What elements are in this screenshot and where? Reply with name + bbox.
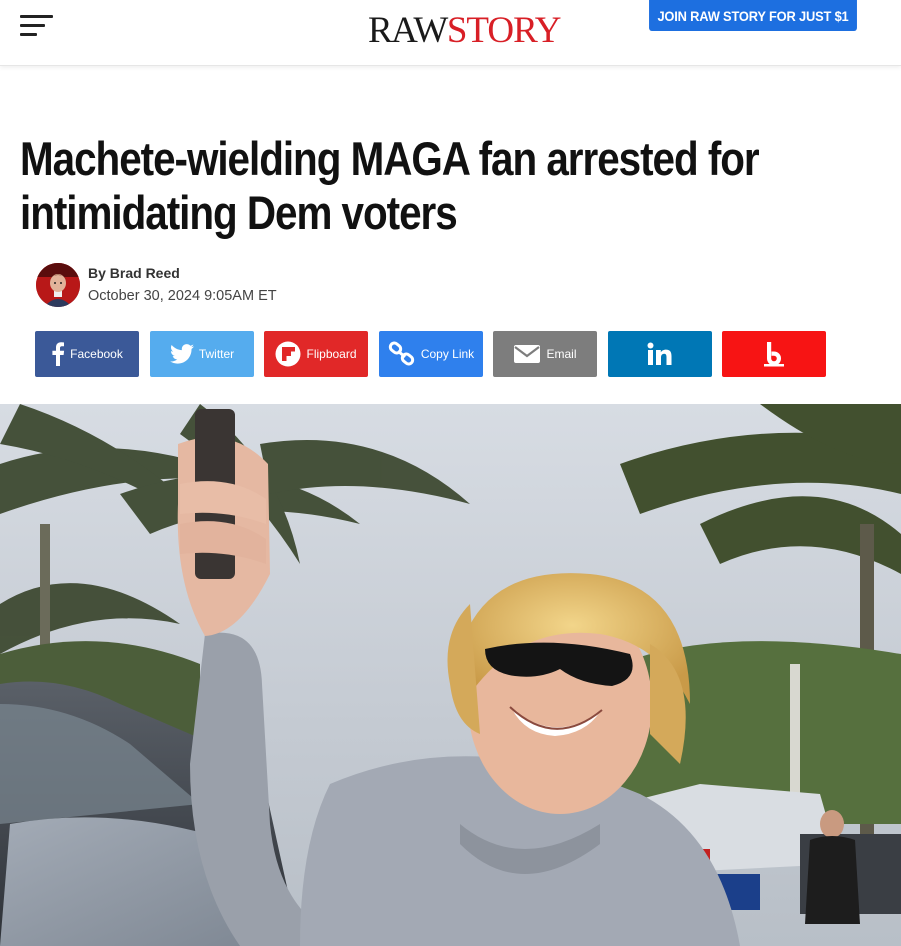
- facebook-icon: [51, 342, 65, 366]
- facebook-label: Facebook: [70, 347, 123, 361]
- share-beehiiv-button[interactable]: [722, 331, 826, 377]
- email-label: Email: [546, 347, 577, 361]
- menu-icon[interactable]: [20, 15, 54, 37]
- share-flipboard-button[interactable]: Flipboard: [264, 331, 368, 377]
- publish-date: October 30, 2024 9:05AM ET: [88, 288, 277, 304]
- copy-link-button[interactable]: Copy Link: [379, 331, 483, 377]
- author-name[interactable]: By Brad Reed: [88, 265, 180, 281]
- flipboard-icon: [275, 341, 301, 367]
- flipboard-label: Flipboard: [306, 347, 357, 361]
- linkedin-icon: [647, 342, 673, 366]
- logo-raw: RAW: [368, 10, 448, 51]
- twitter-label: Twitter: [198, 347, 235, 361]
- site-header: RAW STORY JOIN RAW STORY FOR JUST $1: [0, 0, 901, 66]
- hero-image: [0, 404, 901, 946]
- site-logo[interactable]: RAW STORY: [368, 10, 562, 51]
- join-button[interactable]: JOIN RAW STORY FOR JUST $1: [649, 0, 857, 31]
- twitter-icon: [169, 344, 194, 364]
- logo-story: STORY: [446, 10, 562, 51]
- share-linkedin-button[interactable]: [608, 331, 712, 377]
- author-avatar[interactable]: [36, 263, 80, 307]
- email-icon: [513, 344, 541, 364]
- beehiiv-icon: [761, 340, 787, 368]
- share-email-button[interactable]: Email: [493, 331, 597, 377]
- copy-link-label: Copy Link: [420, 347, 475, 361]
- share-facebook-button[interactable]: Facebook: [35, 331, 139, 377]
- share-twitter-button[interactable]: Twitter: [150, 331, 254, 377]
- link-icon: [388, 341, 416, 367]
- article-headline: Machete-wielding MAGA fan arrested for i…: [20, 132, 760, 239]
